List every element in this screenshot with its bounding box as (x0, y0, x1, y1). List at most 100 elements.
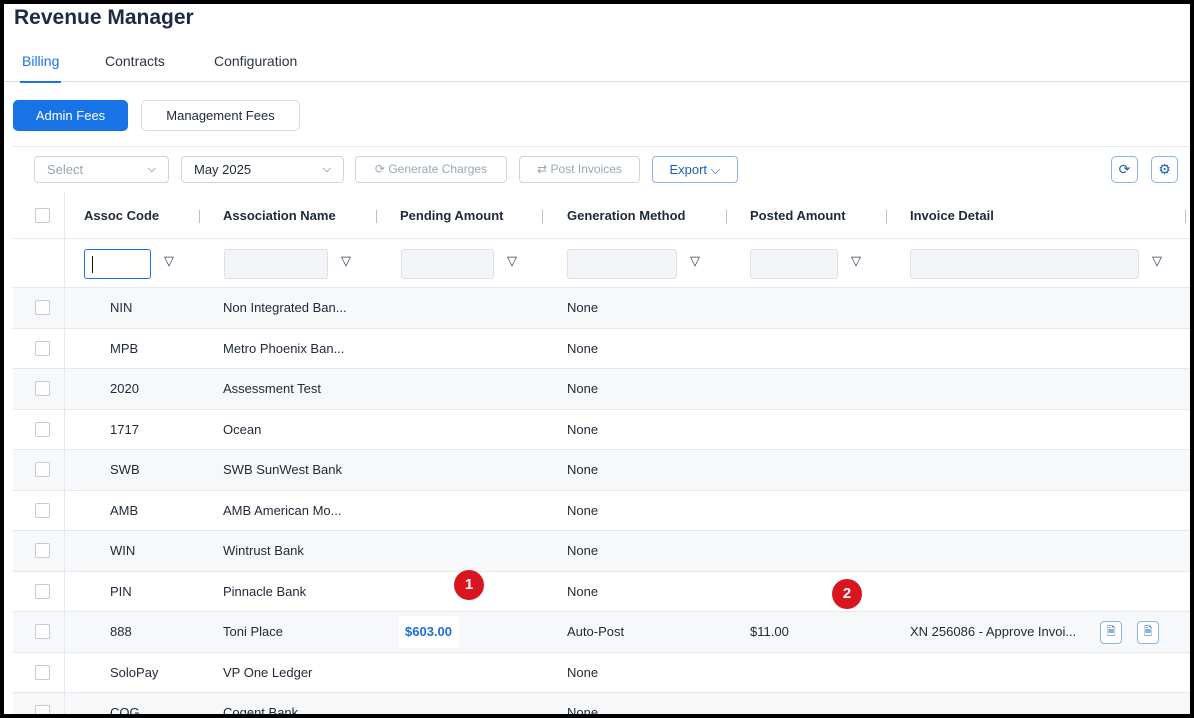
posted-amount-filter-input[interactable] (750, 249, 838, 279)
select-all-checkbox[interactable] (35, 208, 50, 223)
generation-method-cell: None (567, 543, 599, 558)
generation-method-cell: Auto-Post (567, 624, 625, 639)
row-checkbox[interactable] (35, 705, 50, 714)
pending-amount-link[interactable]: $603.00 (399, 616, 458, 648)
association-name-cell: Assessment Test (223, 381, 322, 396)
table-row[interactable]: WIN Wintrust Bank None (13, 531, 1190, 572)
generation-method-cell: None (567, 583, 599, 599)
association-name-cell: Metro Phoenix Ban... (223, 340, 345, 356)
table-row[interactable]: 2020 Assessment Test None (13, 369, 1190, 410)
association-select[interactable]: Select ⌵ (34, 156, 169, 183)
assoc-code-cell: NIN (110, 300, 133, 315)
annotation-marker-1: 1 (454, 570, 484, 600)
excel-file-icon: 🗎 (1143, 626, 1153, 638)
tab-contracts[interactable]: Contracts (105, 46, 165, 82)
filter-icon[interactable]: ▽ (341, 253, 351, 269)
row-checkbox[interactable] (35, 664, 50, 680)
column-header-posted-amount[interactable]: Posted Amount (750, 192, 846, 239)
invoice-detail-link[interactable]: XN 256086 - Approve Invoi... (910, 612, 1076, 652)
column-separator[interactable] (1185, 210, 1186, 223)
row-checkbox[interactable] (35, 381, 50, 396)
filter-icon[interactable]: ▽ (690, 253, 700, 269)
row-checkbox[interactable] (35, 300, 50, 315)
column-separator[interactable] (726, 210, 727, 223)
pending-amount-filter-input[interactable] (401, 249, 494, 279)
column-separator[interactable] (376, 210, 377, 223)
row-checkbox[interactable] (35, 421, 50, 437)
filter-checkbox-spacer (13, 239, 65, 288)
association-name-cell: Non Integrated Ban... (223, 300, 347, 315)
row-checkbox[interactable] (35, 340, 50, 356)
export-button[interactable]: Export ⌵ (652, 156, 738, 183)
chevron-down-icon: ⌵ (322, 163, 331, 175)
association-name-cell: AMB American Mo... (223, 502, 342, 518)
assoc-code-cell: MPB (110, 340, 139, 356)
row-checkbox[interactable] (35, 502, 50, 518)
invoice-detail-filter-input[interactable] (910, 249, 1139, 279)
association-name-filter-input[interactable] (224, 249, 328, 279)
assoc-code-cell: 888 (110, 624, 132, 639)
row-checkbox[interactable] (35, 543, 50, 558)
generation-method-cell: None (567, 300, 599, 315)
assoc-code-cell: SWB (110, 462, 140, 477)
filter-icon[interactable]: ▽ (164, 253, 174, 269)
row-checkbox-cell (13, 288, 65, 328)
column-separator[interactable] (542, 210, 543, 223)
association-name-cell: Toni Place (223, 624, 283, 639)
excel-document-icon-button[interactable]: 🗎 (1137, 621, 1159, 644)
assoc-code-filter-input[interactable] (84, 249, 151, 279)
generate-charges-button[interactable]: ⟳ Generate Charges (355, 156, 507, 183)
row-checkbox-cell (13, 450, 65, 490)
grid-toolbar: Select ⌵ May 2025 ⌵ ⟳ Generate Charges ⇄… (13, 147, 1190, 191)
assoc-code-cell: 1717 (110, 421, 139, 437)
main-tabs: Billing Contracts Configuration (4, 46, 1190, 83)
management-fees-button[interactable]: Management Fees (141, 100, 300, 131)
tab-billing[interactable]: Billing (19, 46, 62, 83)
post-invoices-button[interactable]: ⇄ Post Invoices (519, 156, 640, 183)
association-name-cell: VP One Ledger (223, 664, 313, 680)
column-header-assoc-code[interactable]: Assoc Code (84, 192, 159, 239)
admin-fees-button[interactable]: Admin Fees (13, 100, 128, 131)
table-row[interactable]: SoloPay VP One Ledger None (13, 652, 1190, 693)
table-row[interactable]: NIN Non Integrated Ban... None (13, 288, 1190, 329)
generation-method-cell: None (567, 340, 599, 356)
row-checkbox[interactable] (35, 462, 50, 477)
table-row[interactable]: 888 Toni Place $603.00 Auto-Post $11.00 XN 25… (13, 612, 1190, 653)
filter-icon[interactable]: ▽ (507, 253, 517, 269)
generation-method-filter-input[interactable] (567, 249, 677, 279)
row-checkbox-cell (13, 531, 65, 571)
column-separator[interactable] (199, 210, 200, 223)
tab-configuration[interactable]: Configuration (214, 46, 297, 82)
association-name-cell: Ocean (223, 421, 262, 437)
refresh-grid-button[interactable]: ⟳ (1111, 156, 1138, 183)
column-header-association-name[interactable]: Association Name (223, 192, 336, 239)
table-row[interactable]: SWB SWB SunWest Bank None (13, 450, 1190, 491)
column-header-invoice-detail[interactable]: Invoice Detail (910, 192, 994, 239)
row-checkbox-cell (13, 409, 65, 450)
text-cursor (92, 256, 93, 273)
table-row[interactable]: PIN Pinnacle Bank None (13, 571, 1190, 612)
row-checkbox[interactable] (35, 583, 50, 599)
month-select[interactable]: May 2025 ⌵ (181, 156, 344, 183)
column-separator[interactable] (886, 210, 887, 223)
column-header-generation-method[interactable]: Generation Method (567, 192, 685, 239)
table-row[interactable]: COG Cogent Bank None (13, 693, 1190, 714)
table-row[interactable]: AMB AMB American Mo... None (13, 490, 1190, 531)
row-checkbox[interactable] (35, 624, 50, 639)
chevron-down-icon: ⌵ (147, 163, 156, 175)
pdf-document-icon-button[interactable]: 🗎 (1100, 621, 1122, 644)
table-header: Assoc Code Association Name Pending Amou… (13, 192, 1190, 239)
filter-icon[interactable]: ▽ (1152, 253, 1162, 269)
gear-icon: ⚙ (1158, 161, 1171, 177)
column-header-pending-amount[interactable]: Pending Amount (400, 192, 504, 239)
filter-icon[interactable]: ▽ (851, 253, 861, 269)
refresh-icon: ⟳ (1118, 161, 1131, 177)
grid-settings-button[interactable]: ⚙ (1151, 156, 1178, 183)
table-row[interactable]: 1717 Ocean None (13, 409, 1190, 450)
row-checkbox-cell (13, 369, 65, 409)
assoc-code-cell: WIN (110, 543, 136, 558)
row-checkbox-cell (13, 612, 65, 652)
header-checkbox-cell (13, 192, 65, 239)
table-row[interactable]: MPB Metro Phoenix Ban... None (13, 328, 1190, 369)
row-checkbox-cell (13, 490, 65, 531)
